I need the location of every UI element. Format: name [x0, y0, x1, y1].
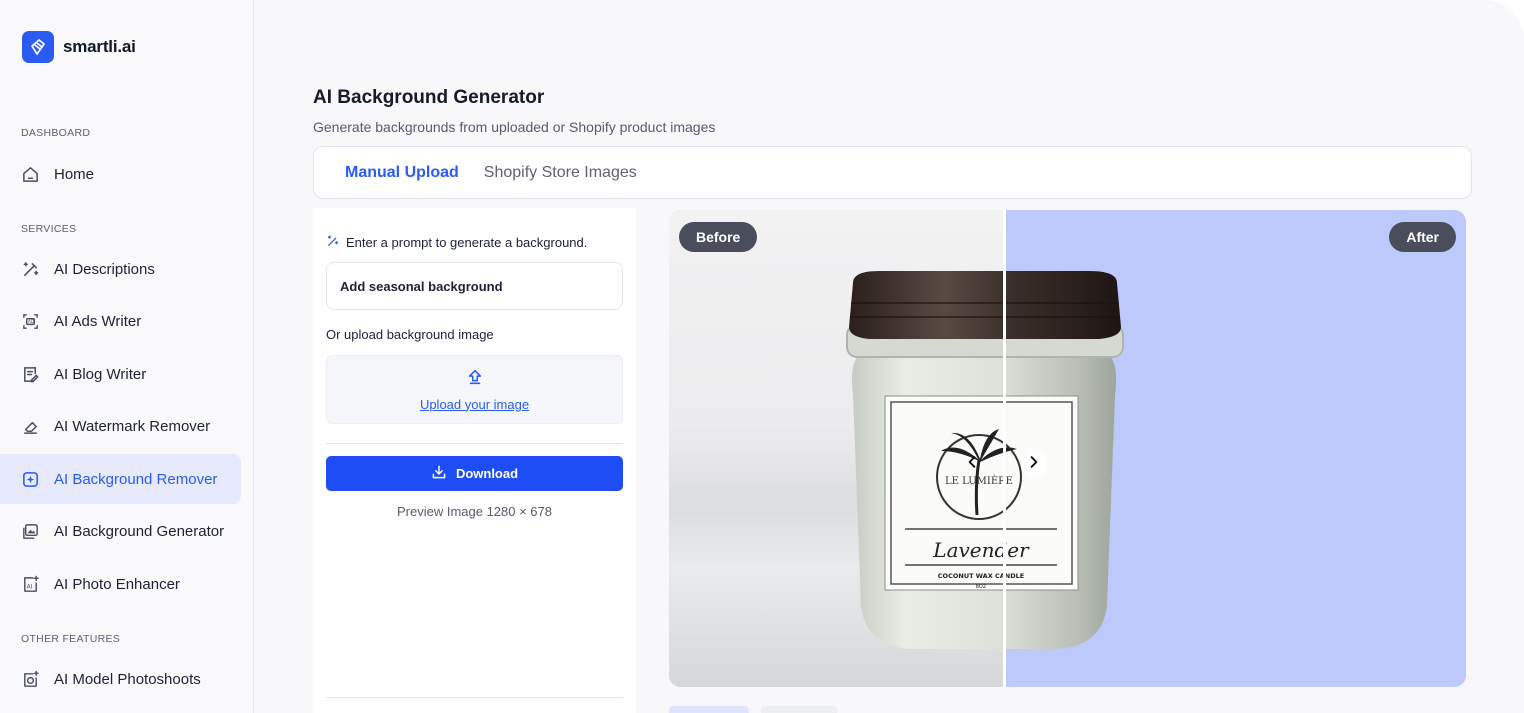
sidebar-item-label: Home: [54, 165, 95, 183]
section-label-dashboard: DASHBOARD: [21, 127, 91, 139]
slider-right-handle[interactable]: [1021, 451, 1047, 477]
download-button-label: Download: [455, 466, 519, 481]
tab-shopify-store-images[interactable]: Shopify Store Images: [484, 164, 637, 182]
svg-text:AI: AI: [26, 584, 32, 590]
sidebar-item-ai-watermark-remover[interactable]: AI Watermark Remover: [0, 401, 241, 451]
svg-text:AD: AD: [27, 319, 34, 325]
generator-panel: Enter a prompt to generate a background.…: [313, 208, 636, 713]
result-tab-partial[interactable]: [761, 706, 837, 713]
home-icon: [20, 164, 40, 184]
sidebar-item-ai-model-photoshoots[interactable]: AI Model Photoshoots: [0, 654, 241, 704]
sidebar-item-ai-photo-enhancer[interactable]: AI AI Photo Enhancer: [0, 559, 241, 609]
sidebar-item-label: AI Watermark Remover: [54, 417, 211, 435]
preview-image-info: Preview Image 1280 × 678: [396, 504, 553, 519]
camera-sparkle-icon: [20, 669, 40, 689]
chevron-left-icon: [964, 454, 980, 475]
tab-manual-upload[interactable]: Manual Upload: [345, 164, 459, 182]
slider-left-handle[interactable]: [959, 451, 985, 477]
upload-arrow-icon: [466, 368, 484, 391]
eraser-icon: [20, 416, 40, 436]
sidebar-item-ai-background-remover[interactable]: AI Background Remover: [0, 454, 241, 504]
upload-image-link[interactable]: Upload your image: [420, 397, 529, 412]
document-pen-icon: [20, 364, 40, 384]
section-label-services: SERVICES: [21, 223, 77, 235]
sidebar-item-label: AI Blog Writer: [54, 365, 147, 383]
divider: [326, 443, 623, 444]
upload-dropzone[interactable]: Upload your image: [326, 355, 623, 424]
sidebar-item-label: AI Photo Enhancer: [54, 575, 180, 593]
page-subtitle: Generate backgrounds from uploaded or Sh…: [313, 119, 716, 135]
sidebar-item-label: AI Background Generator: [54, 522, 225, 540]
section-label-other-features: OTHER FEATURES: [21, 633, 121, 645]
magic-wand-icon: [20, 259, 40, 279]
prompt-hint: Enter a prompt to generate a background.: [326, 234, 587, 251]
page-title: AI Background Generator: [313, 87, 545, 108]
product-size-text: 8OZ: [976, 584, 987, 590]
sidebar-item-label: AI Background Remover: [54, 470, 218, 488]
prompt-input-value: Add seasonal background: [340, 278, 503, 294]
ad-frame-icon: AD: [20, 311, 40, 331]
sidebar-item-label: AI Descriptions: [54, 260, 155, 278]
compare-divider[interactable]: [1003, 210, 1006, 687]
brand-name: smartli.ai: [63, 37, 136, 56]
download-icon: [431, 464, 447, 483]
magic-wand-icon: [326, 234, 340, 251]
tab-bar: Manual Upload Shopify Store Images: [313, 146, 1472, 199]
image-gallery-icon: [20, 521, 40, 541]
app-window: smartli.ai DASHBOARD Home SERVICES AI De…: [0, 0, 1524, 713]
sidebar-item-ai-blog-writer[interactable]: AI Blog Writer: [0, 349, 241, 399]
prompt-input[interactable]: Add seasonal background: [326, 262, 623, 310]
sidebar-item-ai-descriptions[interactable]: AI Descriptions: [0, 244, 241, 294]
after-badge: After: [1389, 222, 1456, 252]
prompt-hint-text: Enter a prompt to generate a background.: [346, 235, 588, 250]
ai-image-icon: AI: [20, 574, 40, 594]
upload-hint: Or upload background image: [326, 327, 494, 342]
sidebar-item-label: AI Model Photoshoots: [54, 670, 201, 688]
chevron-right-icon: [1026, 454, 1042, 475]
sidebar: smartli.ai DASHBOARD Home SERVICES AI De…: [0, 0, 254, 713]
before-badge: Before: [679, 222, 758, 252]
result-tab-partial[interactable]: [669, 706, 749, 713]
brand-logo[interactable]: smartli.ai: [22, 31, 136, 63]
before-after-viewer[interactable]: LE LUMIÈRE Lavender COCONUT WAX CANDLE 8…: [669, 210, 1466, 687]
sidebar-item-ai-background-generator[interactable]: AI Background Generator: [0, 506, 241, 556]
brand-mark-icon: [22, 31, 54, 63]
product-line-text: COCONUT WAX CANDLE: [938, 572, 1024, 580]
sidebar-item-ai-ads-writer[interactable]: AD AI Ads Writer: [0, 296, 241, 346]
sidebar-item-label: AI Ads Writer: [54, 312, 142, 330]
sparkle-image-icon: [20, 469, 40, 489]
product-name-text: Lavender: [932, 538, 1030, 562]
download-button[interactable]: Download: [326, 456, 623, 491]
sidebar-item-home[interactable]: Home: [0, 149, 241, 199]
divider: [326, 697, 623, 698]
